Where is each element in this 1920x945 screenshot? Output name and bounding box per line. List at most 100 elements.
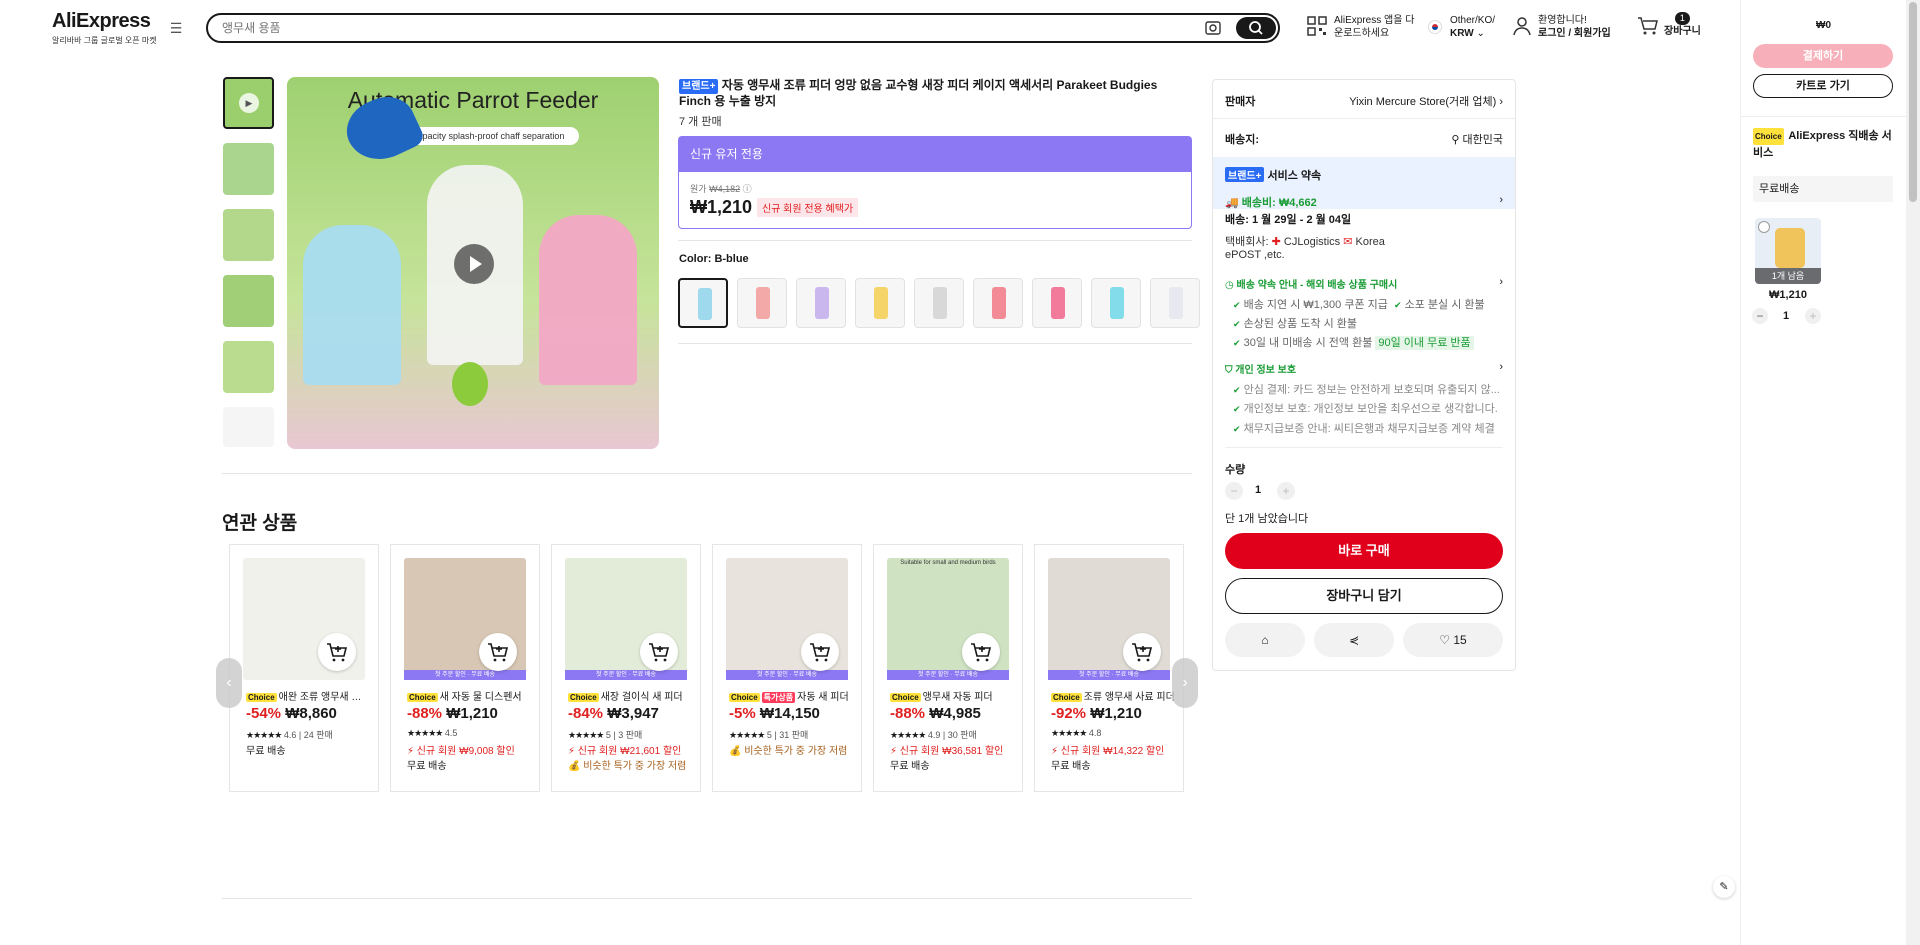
courier-row-2: ePOST ,etc.: [1225, 249, 1285, 261]
color-swatch[interactable]: [678, 278, 728, 328]
cart-qty-minus[interactable]: −: [1752, 308, 1768, 324]
feedback-edit-icon[interactable]: ✎: [1713, 876, 1735, 898]
qty-minus-button[interactable]: −: [1225, 482, 1243, 500]
delivery-date: 배송: 1 월 29일 - 2 월 04일: [1225, 214, 1352, 226]
choice-badge: Choice: [1051, 693, 1082, 702]
product-card-name: Choice 앵무새 자동 피더: [890, 692, 993, 703]
privacy-row[interactable]: ⛉ 개인 정보 보호: [1225, 361, 1296, 376]
chevron-right-icon[interactable]: ›: [1499, 361, 1503, 373]
product-card[interactable]: 첫 주문 할인 · 무료 배송 Choice 조류 앵무새 사료 피더 -92% ₩1…: [1034, 544, 1184, 792]
currency: KRW: [1450, 28, 1474, 39]
store-button[interactable]: ⌂: [1225, 623, 1305, 657]
info-icon[interactable]: ⓘ: [743, 184, 752, 194]
image-search-icon[interactable]: [1204, 19, 1222, 37]
product-card[interactable]: 첫 주문 할인 · 무료 배송 Choice 새장 걸이식 새 피더 -84% ₩3,…: [551, 544, 701, 792]
aliexpress-logo[interactable]: AliExpress 알리바바 그룹 글로벌 오픈 마켓: [52, 10, 157, 46]
qty-plus-button[interactable]: +: [1277, 482, 1295, 500]
korea-flag-icon: [1428, 20, 1442, 34]
search-button[interactable]: [1236, 17, 1276, 39]
brand-plus-badge: 브랜드+: [679, 79, 719, 94]
color-swatch[interactable]: [737, 278, 787, 328]
shipping-fee-row[interactable]: 🚚 배송비: ₩4,662: [1225, 194, 1317, 210]
main-product-image[interactable]: Automatic Parrot Feeder Large-capacity s…: [287, 77, 659, 449]
product-card[interactable]: Choice애완 조류 앵무새 자동 피더 -54% ₩8,860 ★★★★★ 4.…: [229, 544, 379, 792]
cart-item-image[interactable]: 1개 남음: [1755, 218, 1821, 284]
product-card-rating: ★★★★★ 4.6 | 24 판매: [246, 730, 333, 740]
search-icon: [1249, 21, 1263, 35]
color-swatch[interactable]: [1150, 278, 1200, 328]
add-to-cart-icon[interactable]: [1123, 633, 1161, 671]
thumbnail-2[interactable]: [223, 143, 274, 195]
cart-item-checkbox[interactable]: [1758, 221, 1770, 233]
image-caption: Suitable for small and medium birds: [900, 560, 996, 566]
chevron-right-icon[interactable]: ›: [1499, 194, 1503, 206]
product-card-name: Choice 새 자동 물 디스펜서: [407, 692, 522, 703]
share-button[interactable]: ⋞: [1314, 623, 1394, 657]
add-to-cart-icon[interactable]: [801, 633, 839, 671]
wishlist-button[interactable]: ♡ 15: [1403, 623, 1503, 657]
thumbnail-video[interactable]: ▶: [223, 77, 274, 129]
add-to-cart-icon[interactable]: [479, 633, 517, 671]
color-swatch[interactable]: [855, 278, 905, 328]
chevron-down-icon: ⌄: [1476, 28, 1485, 39]
cart-qty-plus[interactable]: +: [1805, 308, 1821, 324]
color-swatch[interactable]: [973, 278, 1023, 328]
color-swatch[interactable]: [1032, 278, 1082, 328]
app-line1: AliExpress 앱을 다: [1334, 15, 1415, 26]
product-card-rating: ★★★★★ 4.9 | 30 판매: [890, 730, 977, 740]
promo-ribbon: 첫 주문 할인 · 무료 배송: [404, 670, 526, 680]
qty-value[interactable]: 1: [1255, 484, 1261, 496]
sale-price: ₩1,210: [690, 197, 753, 217]
logo-text: AliExpress: [52, 10, 151, 32]
thumbnail-6[interactable]: [223, 407, 274, 447]
carousel-prev-button[interactable]: ‹: [216, 658, 242, 708]
epost-logo-icon: ✉: [1343, 236, 1353, 248]
original-price: 원가 ₩4,182 ⓘ: [690, 184, 752, 194]
cart-total: ₩0: [1816, 20, 1831, 31]
color-swatch[interactable]: [914, 278, 964, 328]
buy-now-button[interactable]: 바로 구매: [1225, 533, 1503, 569]
service-promise-label: 서비스 약속: [1267, 170, 1322, 182]
search-input[interactable]: [222, 19, 1182, 37]
quantity-label: 수량: [1225, 464, 1246, 476]
add-to-cart-icon[interactable]: [640, 633, 678, 671]
product-card[interactable]: 첫 주문 할인 · 무료 배송 Choice 새 자동 물 디스펜서 -88% ₩1,…: [390, 544, 540, 792]
pink-feeder-illustration: [539, 215, 637, 385]
add-to-cart-button[interactable]: 장바구니 담기: [1225, 578, 1503, 614]
thumbnail-5[interactable]: [223, 341, 274, 393]
product-card-line2: 무료 배송: [1051, 761, 1091, 772]
checkout-button[interactable]: 결제하기: [1753, 44, 1893, 68]
add-to-cart-icon[interactable]: [318, 633, 356, 671]
promo-header: 신규 유저 전용: [679, 137, 1191, 172]
choice-badge: Choice: [568, 693, 599, 702]
ship-to-label: 배송지:: [1225, 134, 1260, 146]
color-swatch[interactable]: [796, 278, 846, 328]
seller-link[interactable]: Yixin Mercure Store(거래 업체) ›: [1349, 93, 1503, 109]
delivery-promise-row[interactable]: ◷ 배송 약속 안내 - 해외 배송 상품 구매시: [1225, 276, 1397, 291]
product-card-rating: ★★★★★ 5 | 31 판매: [729, 730, 809, 740]
product-card[interactable]: Suitable for small and medium birds 첫 주문 …: [873, 544, 1023, 792]
go-to-cart-button[interactable]: 카트로 가기: [1753, 74, 1893, 98]
video-play-button[interactable]: [454, 244, 494, 284]
chevron-right-icon[interactable]: ›: [1499, 276, 1503, 288]
carousel-next-button[interactable]: ›: [1172, 658, 1198, 708]
cart-qty-value[interactable]: 1: [1783, 310, 1789, 322]
product-card-line1: 💰 비슷한 특가 중 가장 저렴: [729, 746, 848, 757]
scrollbar-thumb[interactable]: [1909, 2, 1917, 202]
stock-left-label: 1개 남음: [1755, 268, 1821, 284]
page-scrollbar[interactable]: [1906, 0, 1920, 945]
chevron-right-icon: ›: [1499, 96, 1503, 108]
thumbnail-3[interactable]: [223, 209, 274, 261]
ship-to-selector[interactable]: ⚲ 대한민국: [1451, 131, 1503, 147]
color-swatch[interactable]: [1091, 278, 1141, 328]
related-products-title: 연관 상품: [222, 513, 298, 534]
star-rating-icon: ★★★★★: [568, 730, 604, 740]
thumbnail-4[interactable]: [223, 275, 274, 327]
menu-icon[interactable]: ☰: [168, 20, 184, 36]
product-card-rating: ★★★★★ 5 | 3 판매: [568, 730, 643, 740]
divider: [678, 240, 1192, 241]
cart-icon: [1638, 17, 1658, 35]
product-card[interactable]: 첫 주문 할인 · 무료 배송 Choice 특가상품 자동 새 피더 -5% ₩14,…: [712, 544, 862, 792]
add-to-cart-icon[interactable]: [962, 633, 1000, 671]
product-card-price: -84% ₩3,947: [568, 705, 659, 722]
